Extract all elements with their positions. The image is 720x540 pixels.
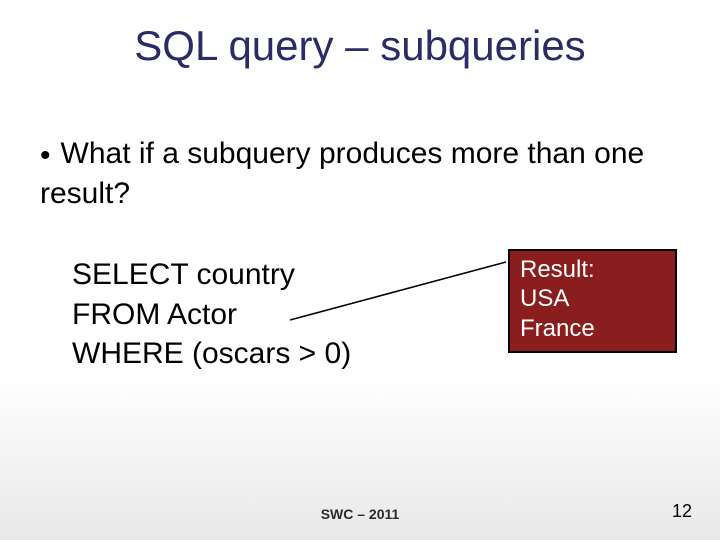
sql-line-3: WHERE (oscars > 0) bbox=[72, 334, 351, 374]
result-row-2: France bbox=[520, 314, 665, 343]
result-box: Result: USA France bbox=[508, 249, 677, 353]
bullet-text: What if a subquery produces more than on… bbox=[40, 137, 644, 210]
sql-line-1: SELECT country bbox=[72, 255, 351, 295]
result-heading: Result: bbox=[520, 255, 665, 284]
sql-line-2: FROM Actor bbox=[72, 295, 351, 335]
footer-text: SWC – 2011 bbox=[0, 506, 720, 522]
sql-code-block: SELECT country FROM Actor WHERE (oscars … bbox=[72, 255, 351, 374]
slide-title: SQL query – subqueries bbox=[0, 22, 720, 70]
bullet-item: •What if a subquery produces more than o… bbox=[40, 135, 680, 212]
page-number: 12 bbox=[672, 501, 692, 522]
bullet-dot-icon: • bbox=[40, 137, 51, 175]
result-row-1: USA bbox=[520, 284, 665, 313]
